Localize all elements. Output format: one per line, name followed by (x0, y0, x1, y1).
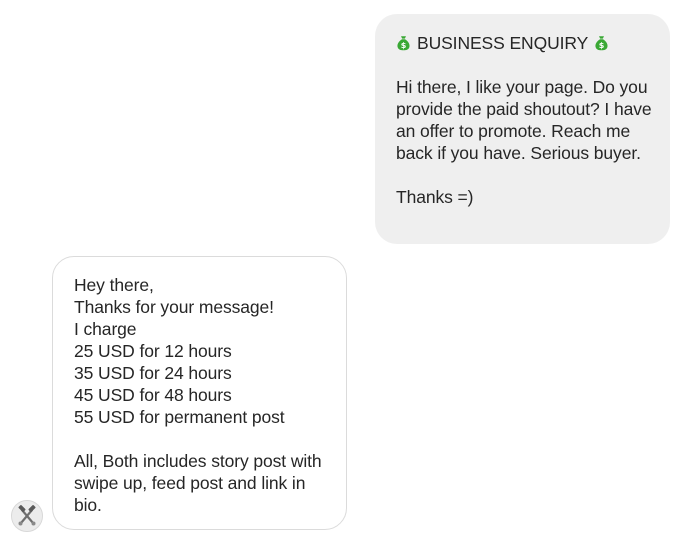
crossed-tools-avatar-icon (12, 501, 42, 531)
message-greeting: Hey there, (74, 275, 154, 295)
price-line: 45 USD for 48 hours (74, 385, 232, 405)
money-bag-icon: $ (595, 36, 608, 51)
message-thanks: Thanks for your message! (74, 297, 274, 317)
sender-avatar[interactable] (11, 500, 43, 532)
money-bag-icon: $ (397, 36, 410, 51)
incoming-message-bubble[interactable]: Hey there, Thanks for your message! I ch… (52, 256, 347, 530)
price-line: 25 USD for 12 hours (74, 341, 232, 361)
outgoing-message-bubble[interactable]: $ BUSINESS ENQUIRY $ Hi there, I like yo… (375, 14, 670, 244)
heading-text: BUSINESS ENQUIRY (417, 33, 589, 53)
svg-text:$: $ (401, 41, 407, 50)
message-intro: I charge (74, 319, 137, 339)
message-note: All, Both includes story post with swipe… (74, 451, 322, 515)
message-body: Hi there, I like your page. Do you provi… (396, 77, 652, 163)
price-line: 55 USD for permanent post (74, 407, 285, 427)
message-heading: $ BUSINESS ENQUIRY $ (396, 32, 652, 54)
price-line: 35 USD for 24 hours (74, 363, 232, 383)
chat-thread: $ BUSINESS ENQUIRY $ Hi there, I like yo… (0, 0, 680, 542)
svg-text:$: $ (599, 41, 605, 50)
message-signoff: Thanks =) (396, 187, 474, 207)
